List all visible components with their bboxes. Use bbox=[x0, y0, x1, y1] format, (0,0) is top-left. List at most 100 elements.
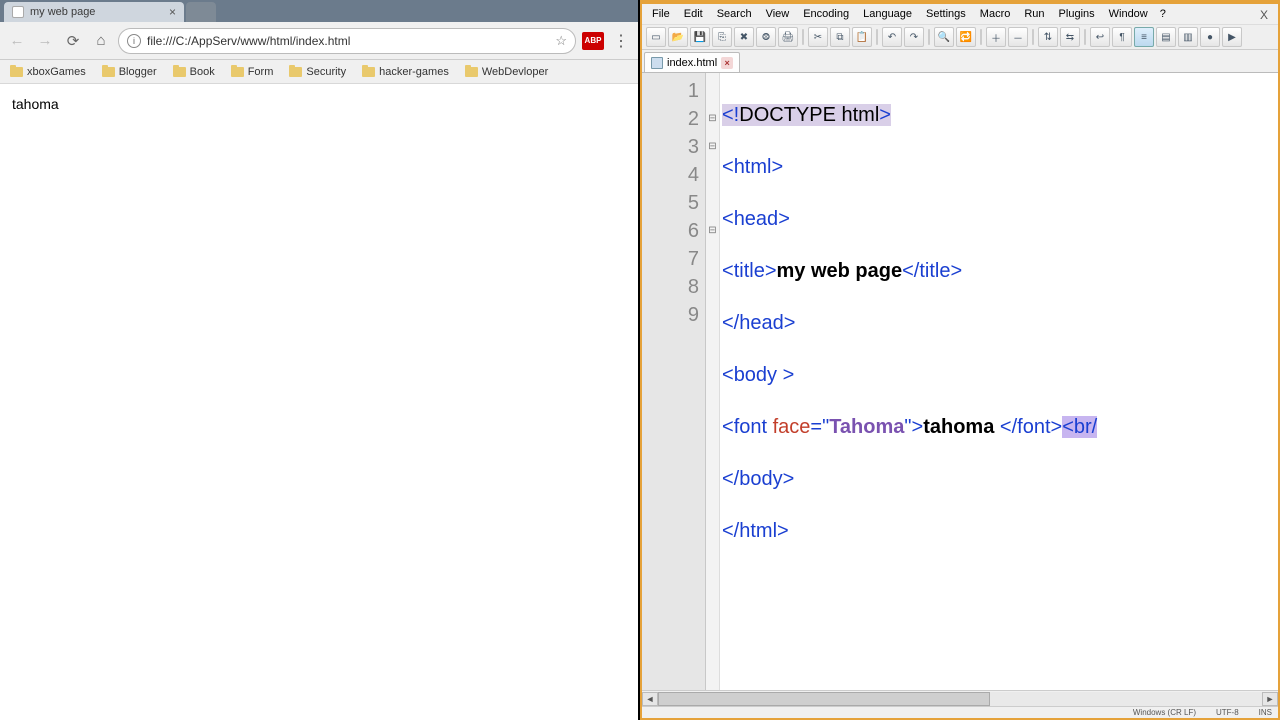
doc-map-icon[interactable]: ▥ bbox=[1178, 27, 1198, 47]
menu-view[interactable]: View bbox=[760, 6, 796, 22]
back-button[interactable]: ← bbox=[6, 30, 28, 52]
address-bar[interactable]: i file:///C:/AppServ/www/html/index.html… bbox=[118, 28, 576, 54]
folder-as-workspace-icon[interactable]: ▤ bbox=[1156, 27, 1176, 47]
toolbar-separator bbox=[1032, 29, 1034, 45]
browser-window: my web page × ← → ⟳ ⌂ i file:///C:/AppSe… bbox=[0, 0, 640, 720]
sync-v-icon[interactable]: ⇅ bbox=[1038, 27, 1058, 47]
undo-icon[interactable]: ↶ bbox=[882, 27, 902, 47]
close-all-icon[interactable]: ⨷ bbox=[756, 27, 776, 47]
folder-icon bbox=[231, 67, 244, 77]
cut-icon[interactable]: ✂ bbox=[808, 27, 828, 47]
folder-icon bbox=[465, 67, 478, 77]
menu-search[interactable]: Search bbox=[711, 6, 758, 22]
bookmark-item[interactable]: Book bbox=[169, 64, 219, 80]
status-eol: Windows (CR LF) bbox=[1133, 708, 1196, 717]
tab-title: my web page bbox=[30, 6, 95, 18]
browser-menu-button[interactable]: ⋮ bbox=[610, 30, 632, 52]
menu-settings[interactable]: Settings bbox=[920, 6, 972, 22]
find-icon[interactable]: 🔍 bbox=[934, 27, 954, 47]
toolbar-separator bbox=[928, 29, 930, 45]
page-content: tahoma bbox=[0, 84, 638, 720]
tab-close-icon[interactable]: × bbox=[721, 57, 733, 69]
tab-favicon bbox=[12, 6, 24, 18]
menu-plugins[interactable]: Plugins bbox=[1053, 6, 1101, 22]
scroll-left-icon[interactable]: ◄ bbox=[642, 692, 658, 706]
toolbar-separator bbox=[980, 29, 982, 45]
close-file-icon[interactable]: ✖ bbox=[734, 27, 754, 47]
wordwrap-icon[interactable]: ↩ bbox=[1090, 27, 1110, 47]
replace-icon[interactable]: 🔁 bbox=[956, 27, 976, 47]
menu-bar: File Edit Search View Encoding Language … bbox=[642, 4, 1278, 24]
menu-macro[interactable]: Macro bbox=[974, 6, 1017, 22]
menu-language[interactable]: Language bbox=[857, 6, 918, 22]
menu-file[interactable]: File bbox=[646, 6, 676, 22]
show-all-chars-icon[interactable]: ¶ bbox=[1112, 27, 1132, 47]
open-file-icon[interactable]: 📂 bbox=[668, 27, 688, 47]
zoom-in-icon[interactable]: ＋ bbox=[986, 27, 1006, 47]
toolbar-separator bbox=[802, 29, 804, 45]
folder-icon bbox=[362, 67, 375, 77]
zoom-out-icon[interactable]: － bbox=[1008, 27, 1028, 47]
editor-tabbar: index.html × bbox=[642, 50, 1278, 72]
forward-button[interactable]: → bbox=[34, 30, 56, 52]
menu-edit[interactable]: Edit bbox=[678, 6, 709, 22]
menu-window[interactable]: Window bbox=[1103, 6, 1154, 22]
editor-window: X File Edit Search View Encoding Languag… bbox=[640, 0, 1280, 720]
status-bar: Windows (CR LF) UTF-8 INS bbox=[642, 706, 1278, 718]
toolbar-separator bbox=[1084, 29, 1086, 45]
redo-icon[interactable]: ↷ bbox=[904, 27, 924, 47]
browser-tab[interactable]: my web page × bbox=[4, 2, 184, 22]
reload-button[interactable]: ⟳ bbox=[62, 30, 84, 52]
toolbar: ▭ 📂 💾 ⎘ ✖ ⨷ 🖨 ✂ ⧉ 📋 ↶ ↷ 🔍 🔁 ＋ － ⇅ ⇆ ↩ bbox=[642, 24, 1278, 50]
window-close-button[interactable]: X bbox=[1256, 8, 1272, 24]
toolbar-separator bbox=[876, 29, 878, 45]
status-encoding: UTF-8 bbox=[1216, 708, 1239, 717]
scrollbar-track[interactable] bbox=[658, 692, 1262, 706]
browser-tabstrip: my web page × bbox=[0, 0, 638, 22]
menu-encoding[interactable]: Encoding bbox=[797, 6, 855, 22]
bookmark-item[interactable]: Blogger bbox=[98, 64, 161, 80]
record-macro-icon[interactable]: ● bbox=[1200, 27, 1220, 47]
home-button[interactable]: ⌂ bbox=[90, 30, 112, 52]
tab-close-icon[interactable]: × bbox=[169, 5, 176, 19]
sync-h-icon[interactable]: ⇆ bbox=[1060, 27, 1080, 47]
browser-toolbar: ← → ⟳ ⌂ i file:///C:/AppServ/www/html/in… bbox=[0, 22, 638, 60]
line-number-gutter: 1 2 3 4 5 6 7 8 9 bbox=[642, 73, 706, 690]
save-icon[interactable]: 💾 bbox=[690, 27, 710, 47]
indent-guide-icon[interactable]: ≡ bbox=[1134, 27, 1154, 47]
save-all-icon[interactable]: ⎘ bbox=[712, 27, 732, 47]
menu-help[interactable]: ? bbox=[1156, 6, 1170, 22]
editor-tab-label: index.html bbox=[667, 57, 717, 69]
fold-gutter: ⊟ ⊟ ⊟ bbox=[706, 73, 720, 690]
bookmark-item[interactable]: WebDevloper bbox=[461, 64, 552, 80]
new-file-icon[interactable]: ▭ bbox=[646, 27, 666, 47]
folder-icon bbox=[102, 67, 115, 77]
file-icon bbox=[651, 57, 663, 69]
scrollbar-thumb[interactable] bbox=[658, 692, 990, 706]
editor-tab[interactable]: index.html × bbox=[644, 52, 740, 72]
print-icon[interactable]: 🖨 bbox=[778, 27, 798, 47]
adblock-badge[interactable]: ABP bbox=[582, 32, 604, 50]
menu-run[interactable]: Run bbox=[1018, 6, 1050, 22]
bookmark-item[interactable]: Form bbox=[227, 64, 278, 80]
folder-icon bbox=[10, 67, 23, 77]
paste-icon[interactable]: 📋 bbox=[852, 27, 872, 47]
bookmark-item[interactable]: Security bbox=[285, 64, 350, 80]
url-text: file:///C:/AppServ/www/html/index.html bbox=[147, 34, 350, 48]
folder-icon bbox=[289, 67, 302, 77]
status-insert: INS bbox=[1259, 708, 1272, 717]
new-tab-button[interactable] bbox=[186, 2, 216, 22]
bookmark-star-icon[interactable]: ☆ bbox=[555, 33, 567, 49]
bookmark-item[interactable]: xboxGames bbox=[6, 64, 90, 80]
site-info-icon[interactable]: i bbox=[127, 34, 141, 48]
code-area[interactable]: <!DOCTYPE html> <html> <head> <title>my … bbox=[720, 73, 1278, 690]
folder-icon bbox=[173, 67, 186, 77]
rendered-text: tahoma bbox=[12, 96, 59, 112]
play-macro-icon[interactable]: ▶ bbox=[1222, 27, 1242, 47]
bookmarks-bar: xboxGames Blogger Book Form Security hac… bbox=[0, 60, 638, 84]
copy-icon[interactable]: ⧉ bbox=[830, 27, 850, 47]
horizontal-scrollbar[interactable]: ◄ ► bbox=[642, 690, 1278, 706]
scroll-right-icon[interactable]: ► bbox=[1262, 692, 1278, 706]
editor-body: 1 2 3 4 5 6 7 8 9 ⊟ ⊟ ⊟ <!DOCT bbox=[642, 72, 1278, 690]
bookmark-item[interactable]: hacker-games bbox=[358, 64, 453, 80]
